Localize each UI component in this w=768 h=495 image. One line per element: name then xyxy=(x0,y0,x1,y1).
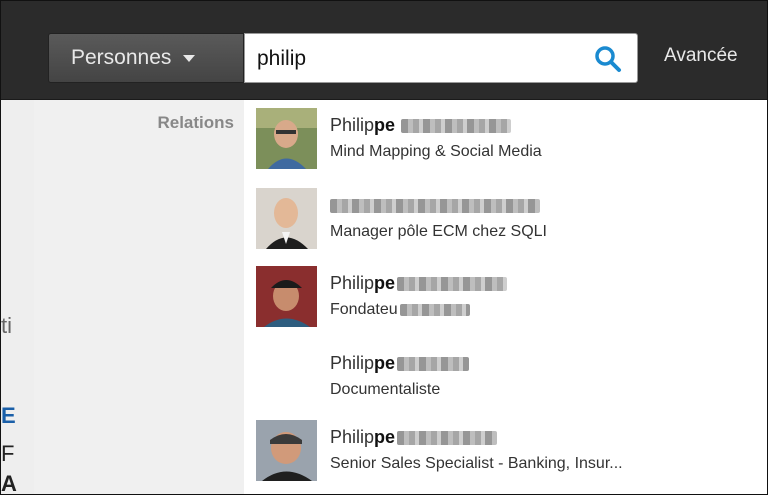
result-name: Philippe xyxy=(330,427,498,448)
avatar xyxy=(256,420,317,481)
redacted-text xyxy=(401,119,512,134)
result-headline: Documentaliste xyxy=(330,381,441,398)
category-label: Relations xyxy=(157,113,234,132)
result-name: Philippe xyxy=(330,353,470,374)
result-headline: Manager pôle ECM chez SQLI xyxy=(330,223,547,240)
avatar xyxy=(256,266,317,327)
background-text-fragment: ti xyxy=(1,313,12,338)
redacted-text xyxy=(330,199,540,214)
avatar xyxy=(256,188,317,249)
search-icon[interactable] xyxy=(593,44,623,74)
search-input[interactable] xyxy=(257,44,577,74)
result-item[interactable]: Philippe Mind Mapping & Social Media xyxy=(256,108,756,172)
result-item[interactable]: Philippe Documentaliste xyxy=(256,346,756,410)
typeahead-dropdown: Relations Philippe Mind Mapping & Social… xyxy=(34,100,767,494)
redacted-text xyxy=(397,357,470,372)
background-text-fragment: A xyxy=(1,471,17,495)
category-column: Relations xyxy=(34,100,244,494)
redacted-text xyxy=(399,303,470,316)
caret-down-icon xyxy=(183,54,196,62)
result-headline: Mind Mapping & Social Media xyxy=(330,143,542,160)
search-box[interactable] xyxy=(244,33,638,83)
advanced-search-link[interactable]: Avancée xyxy=(664,45,738,67)
background-text-fragment: E xyxy=(1,403,16,428)
result-headline: Senior Sales Specialist - Banking, Insur… xyxy=(330,455,623,472)
result-name xyxy=(330,195,540,216)
result-name: Philippe xyxy=(330,273,508,294)
redacted-text xyxy=(397,431,498,446)
background-page-edge xyxy=(1,100,35,494)
result-headline: Fondateu xyxy=(330,301,470,319)
result-item[interactable]: Manager pôle ECM chez SQLI xyxy=(256,188,756,252)
result-item[interactable]: Philippe Fondateu xyxy=(256,266,756,330)
app-window: Personnes Avancée ti E F A Relations xyxy=(0,0,768,495)
result-name: Philippe xyxy=(330,115,512,136)
filter-label: Personnes xyxy=(71,46,172,69)
background-text-fragment: F xyxy=(1,441,15,466)
result-item[interactable]: Philippe Senior Sales Specialist - Banki… xyxy=(256,420,756,484)
redacted-text xyxy=(397,277,508,292)
search-filter-dropdown[interactable]: Personnes xyxy=(48,33,244,83)
avatar xyxy=(256,108,317,169)
search-header: Personnes Avancée xyxy=(1,1,767,100)
